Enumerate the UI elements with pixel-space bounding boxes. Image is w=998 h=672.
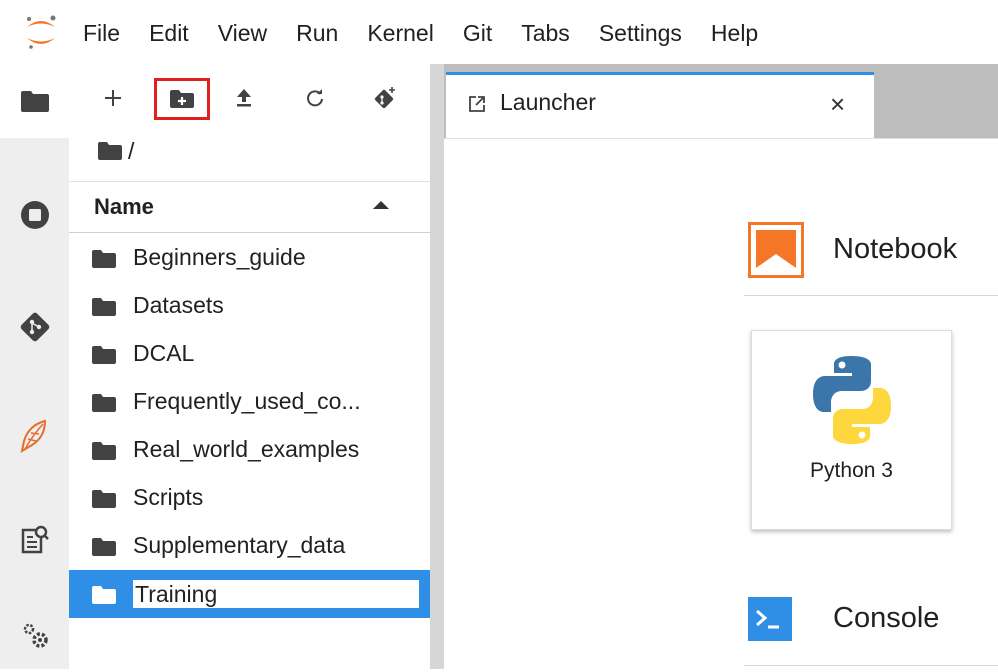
list-item[interactable]: Scripts (69, 474, 430, 522)
settings-tab[interactable] (0, 598, 69, 672)
menu-file[interactable]: File (83, 18, 120, 48)
tab-bar: Launcher × (444, 64, 998, 138)
menu-edit[interactable]: Edit (149, 18, 189, 48)
file-list: Beginners_guide Datasets DCAL Frequently… (69, 234, 430, 618)
refresh-button[interactable] (289, 78, 341, 118)
sort-ascending-icon[interactable] (373, 201, 389, 209)
menu-settings[interactable]: Settings (599, 18, 682, 48)
file-browser-panel: / Name Beginners_guide Datasets DCAL Fre… (69, 64, 430, 669)
kernel-label: Python 3 (810, 459, 893, 482)
menu-tabs[interactable]: Tabs (521, 18, 570, 48)
item-name: Frequently_used_co... (133, 388, 361, 414)
panel-splitter[interactable] (430, 64, 444, 669)
property-inspector-tab[interactable] (0, 502, 69, 576)
menu-view[interactable]: View (218, 18, 267, 48)
item-name: Beginners_guide (133, 244, 306, 270)
breadcrumb-root[interactable]: / (128, 138, 134, 165)
menu-run[interactable]: Run (296, 18, 338, 48)
new-launcher-button[interactable] (87, 78, 139, 118)
item-name: Supplementary_data (133, 532, 346, 558)
item-name: Datasets (133, 292, 224, 318)
list-item[interactable]: Supplementary_data (69, 522, 430, 570)
python3-notebook-card[interactable]: Python 3 (751, 330, 952, 530)
extension-tab[interactable] (0, 400, 69, 474)
listing-header: Name (69, 181, 430, 233)
list-item[interactable]: Real_world_examples (69, 426, 430, 474)
settings-icon (23, 623, 48, 648)
python-logo-icon (813, 356, 891, 444)
folder-icon (92, 538, 116, 556)
name-column-header[interactable]: Name (94, 194, 154, 220)
new-folder-button[interactable] (154, 78, 210, 120)
item-name: Scripts (133, 484, 204, 510)
menu-bar: File Edit View Run Kernel Git Tabs Setti… (0, 0, 998, 64)
git-clone-button[interactable] (359, 78, 411, 118)
folder-icon (92, 250, 116, 268)
refresh-icon (307, 89, 323, 107)
tab-label: Launcher (500, 89, 596, 115)
activity-bar (0, 64, 69, 669)
upload-button[interactable] (218, 78, 270, 118)
git-icon (20, 312, 49, 342)
running-tab[interactable] (0, 178, 69, 252)
menu-kernel[interactable]: Kernel (367, 18, 433, 48)
folder-icon (92, 442, 116, 460)
running-icon (20, 201, 49, 229)
folder-icon (92, 394, 116, 412)
folder-icon (92, 490, 116, 508)
list-item[interactable]: Beginners_guide (69, 234, 430, 282)
new-folder-icon (170, 90, 194, 108)
item-name: DCAL (133, 340, 195, 366)
notebook-section-title: Notebook (833, 233, 958, 265)
plus-icon (105, 90, 121, 106)
folder-icon (98, 142, 122, 160)
list-item[interactable]: Frequently_used_co... (69, 378, 430, 426)
git-clone-icon (374, 87, 395, 109)
list-item[interactable]: Datasets (69, 282, 430, 330)
section-divider (744, 665, 998, 666)
launcher-panel: Notebook Python 3 Console (444, 138, 998, 669)
extension-icon (20, 419, 46, 454)
folder-icon (92, 298, 116, 316)
item-name: Real_world_examples (133, 436, 360, 462)
folder-icon (92, 346, 116, 364)
property-inspector-icon (21, 525, 49, 554)
launcher-icon (469, 96, 485, 112)
tab-launcher[interactable]: Launcher × (446, 72, 874, 138)
section-divider (744, 295, 998, 296)
folder-icon (92, 586, 116, 604)
breadcrumb[interactable]: / (98, 136, 134, 166)
menu-git[interactable]: Git (463, 18, 492, 48)
file-browser-tab[interactable] (0, 64, 69, 138)
folder-icon (20, 91, 49, 112)
list-item-selected[interactable]: Training (69, 570, 430, 618)
console-section-title: Console (833, 602, 940, 634)
rename-input[interactable]: Training (132, 579, 420, 609)
menu-help[interactable]: Help (711, 18, 758, 48)
jupyter-logo (27, 15, 56, 49)
git-tab[interactable] (0, 290, 69, 364)
file-browser-toolbar (69, 64, 430, 128)
list-item[interactable]: DCAL (69, 330, 430, 378)
notebook-icon (748, 222, 804, 278)
close-icon[interactable]: × (830, 89, 845, 120)
upload-icon (237, 89, 251, 107)
console-icon (748, 597, 792, 641)
